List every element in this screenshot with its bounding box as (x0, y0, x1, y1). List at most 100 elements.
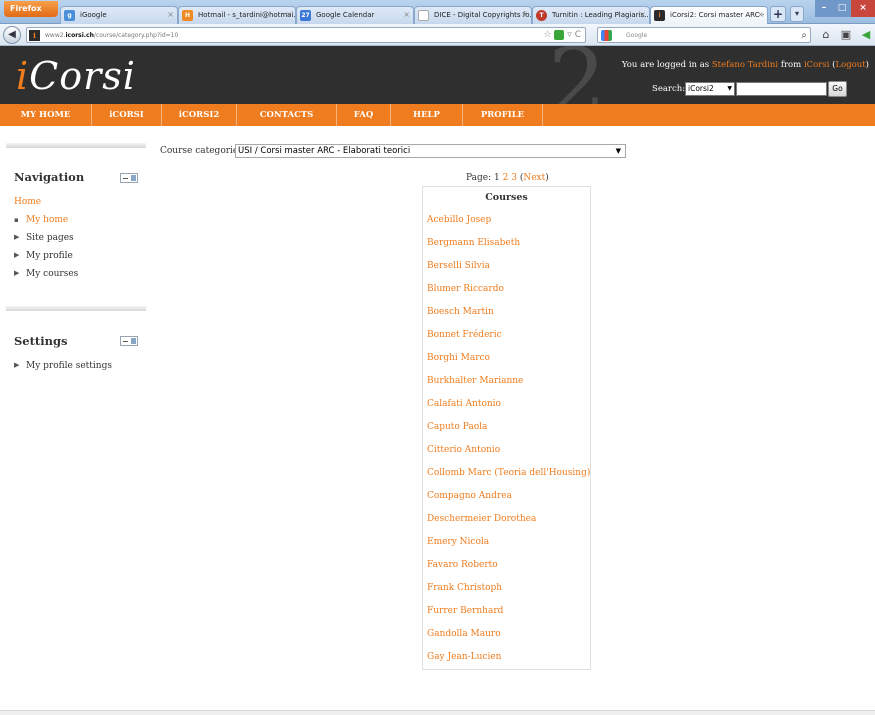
site-link[interactable]: iCorsi (804, 60, 829, 70)
nav-my-profile[interactable]: My profile (26, 251, 73, 261)
feed-icon[interactable] (554, 29, 565, 40)
tab-icorsi2[interactable]: i iCorsi2: Corsi master ARC - ... × (650, 6, 768, 24)
tab-dice[interactable]: DICE - Digital Copyrights fo... × (414, 6, 532, 24)
reload-icon[interactable]: C (575, 30, 581, 40)
course-link[interactable]: Compagno Andrea (427, 491, 512, 501)
course-link[interactable]: Collomb Marc (Teoria dell'Housing) (427, 468, 590, 478)
course-link[interactable]: Emery Nicola (427, 537, 489, 547)
search-go-button[interactable]: Go (828, 81, 847, 97)
tab-title: Turnitin : Leading Plagiaris... (552, 11, 650, 19)
close-window-icon[interactable]: × (851, 0, 875, 17)
search-scope-select[interactable]: iCorsi2 ▼ (685, 82, 735, 96)
course-link[interactable]: Citterio Antonio (427, 445, 500, 455)
course-link[interactable]: Calafati Antonio (427, 399, 501, 409)
tab-turnitin[interactable]: T Turnitin : Leading Plagiaris... × (532, 6, 650, 24)
history-dropdown-icon[interactable]: ▿ (567, 30, 572, 40)
site-header: iCorsi 2 You are logged in as Stefano Ta… (0, 46, 875, 104)
search-engine-placeholder: Google (626, 32, 648, 39)
new-tab-button[interactable]: + (770, 6, 786, 22)
site-identity-icon[interactable]: i (29, 30, 40, 41)
menu-my-home[interactable]: MY HOME (0, 104, 92, 126)
course-link[interactable]: Caputo Paola (427, 422, 487, 432)
course-link[interactable]: Gay Jean-Lucien (427, 652, 501, 662)
nav-my-home-link[interactable]: My home (26, 215, 68, 225)
close-tab-icon[interactable]: × (403, 7, 410, 23)
course-link[interactable]: Furrer Bernhard (427, 606, 503, 616)
address-bar[interactable]: i www2.icorsi.ch/course/category.php?id=… (26, 27, 586, 43)
expand-arrow-icon[interactable]: ▶ (14, 361, 19, 369)
dock-block-icon[interactable] (120, 336, 138, 346)
menu-icorsi2[interactable]: iCORSI2 (162, 104, 237, 126)
course-link[interactable]: Blumer Riccardo (427, 284, 504, 294)
maximize-window-icon[interactable]: □ (833, 0, 851, 17)
expand-arrow-icon[interactable]: ▶ (14, 251, 19, 259)
course-link[interactable]: Boesch Martin (427, 307, 494, 317)
hotmail-favicon-icon: H (182, 10, 193, 21)
course-link[interactable]: Favaro Roberto (427, 560, 498, 570)
icorsi-logo[interactable]: iCorsi (16, 54, 136, 98)
bookmark-star-icon[interactable]: ☆ (543, 30, 551, 40)
dock-block-icon[interactable] (120, 173, 138, 183)
tab-hotmail[interactable]: H Hotmail - s_tardini@hotmai... × (178, 6, 296, 24)
turnitin-favicon-icon: T (536, 10, 547, 21)
tab-title: Hotmail - s_tardini@hotmai... (198, 11, 296, 19)
igoogle-favicon-icon: g (64, 10, 75, 21)
close-tab-icon[interactable]: × (167, 7, 174, 23)
expand-arrow-icon[interactable]: ▶ (14, 233, 19, 241)
search-icon[interactable]: ⌕ (801, 28, 807, 43)
browser-search-bar[interactable]: Google ⌕ (597, 27, 811, 43)
menu-icorsi[interactable]: iCORSI (92, 104, 162, 126)
course-link[interactable]: Bonnet Fréderic (427, 330, 502, 340)
course-link[interactable]: Deschermeier Dorothea (427, 514, 536, 524)
close-tab-icon[interactable]: × (639, 7, 646, 23)
settings-my-profile-settings[interactable]: My profile settings (26, 361, 112, 371)
tab-list-chevron-icon[interactable]: ▾ (790, 6, 804, 22)
course-link[interactable]: Borghi Marco (427, 353, 490, 363)
user-profile-link[interactable]: Stefano Tardini (712, 60, 778, 70)
tab-title: iCorsi2: Corsi master ARC - ... (670, 11, 768, 19)
menu-faq[interactable]: FAQ (337, 104, 391, 126)
course-link[interactable]: Burkhalter Marianne (427, 376, 523, 386)
close-tab-icon[interactable]: × (521, 7, 528, 23)
course-link[interactable]: Gandolla Mauro (427, 629, 501, 639)
logout-link[interactable]: Logout (835, 60, 865, 70)
google-engine-icon[interactable] (601, 30, 612, 41)
page-link-3[interactable]: 3 (511, 173, 517, 183)
nav-home-link[interactable]: Home (14, 197, 41, 207)
close-tab-icon[interactable]: × (285, 7, 292, 23)
expand-arrow-icon[interactable]: ▶ (14, 269, 19, 277)
course-link[interactable]: Bergmann Elisabeth (427, 238, 520, 248)
course-link[interactable]: Berselli Silvia (427, 261, 490, 271)
menu-contacts[interactable]: CONTACTS (237, 104, 337, 126)
course-link[interactable]: Frank Christoph (427, 583, 502, 593)
course-link[interactable]: Acebillo Josep (427, 215, 491, 225)
back-arrow-icon[interactable]: ◀ (3, 26, 21, 44)
background-digit: 2 (548, 46, 607, 104)
menu-profile[interactable]: PROFILE (463, 104, 543, 126)
navigation-block-title: Navigation (14, 170, 85, 184)
minimize-window-icon[interactable]: – (815, 0, 833, 17)
nav-my-courses[interactable]: My courses (26, 269, 78, 279)
addon-icon[interactable]: ◀ (858, 27, 874, 43)
bookmarks-icon[interactable]: ▣ (838, 27, 854, 43)
menu-help[interactable]: HELP (391, 104, 463, 126)
firefox-menu-button[interactable]: Firefox (4, 1, 58, 17)
login-info: You are logged in as Stefano Tardini fro… (621, 60, 869, 70)
home-icon[interactable]: ⌂ (818, 27, 834, 43)
close-tab-icon[interactable]: × (757, 7, 764, 23)
url-text: www2.icorsi.ch/course/category.php?id=10 (45, 32, 179, 39)
page-favicon-icon (418, 10, 429, 21)
page-next-link[interactable]: Next (523, 173, 545, 183)
paging-bar: Page: 1 2 3 (Next) (466, 173, 549, 183)
page-link-2[interactable]: 2 (503, 173, 509, 183)
tab-google-calendar[interactable]: 27 Google Calendar × (296, 6, 414, 24)
course-category-select[interactable]: USI / Corsi master ARC - Elaborati teori… (235, 144, 626, 158)
tab-title: Google Calendar (316, 11, 375, 19)
nav-site-pages[interactable]: Site pages (26, 233, 74, 243)
main-menu: MY HOME iCORSI iCORSI2 CONTACTS FAQ HELP… (0, 104, 875, 126)
tab-igoogle[interactable]: g iGoogle × (60, 6, 178, 24)
address-bar-actions: ☆ ▿ C (543, 28, 581, 42)
calendar-favicon-icon: 27 (300, 10, 311, 21)
search-input[interactable] (736, 82, 827, 96)
courses-heading: Courses (485, 192, 528, 203)
